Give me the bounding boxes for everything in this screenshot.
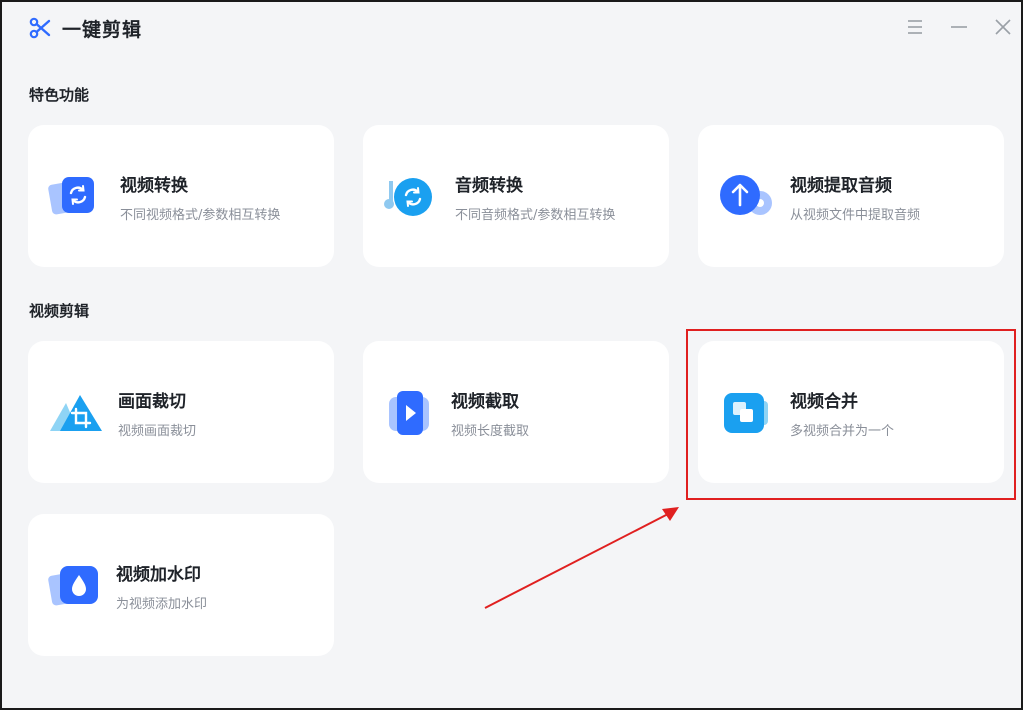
card-extract-audio[interactable]: 视频提取音频 从视频文件中提取音频 <box>698 125 1004 267</box>
app-window: 一键剪辑 特色功能 视频转换 不同视频格式/参数相互转换 音频转换 不同音频格式… <box>0 0 1023 710</box>
video-merge-icon <box>718 389 770 437</box>
minimize-icon[interactable] <box>948 16 970 38</box>
audio-convert-icon <box>383 173 435 221</box>
card-watermark[interactable]: 视频加水印 为视频添加水印 <box>28 514 334 656</box>
card-desc: 不同音频格式/参数相互转换 <box>455 208 616 223</box>
card-title: 视频截取 <box>451 392 519 412</box>
card-desc: 为视频添加水印 <box>116 597 208 612</box>
card-video-convert[interactable]: 视频转换 不同视频格式/参数相互转换 <box>28 125 334 267</box>
card-title: 视频加水印 <box>116 565 201 585</box>
video-trim-icon <box>383 389 435 437</box>
extract-audio-icon <box>718 173 772 221</box>
card-audio-convert[interactable]: 音频转换 不同音频格式/参数相互转换 <box>363 125 669 267</box>
card-title: 画面裁切 <box>118 392 186 412</box>
card-title: 视频转换 <box>120 176 188 196</box>
scissors-icon <box>28 16 52 40</box>
section-title-featured: 特色功能 <box>29 86 90 104</box>
card-desc: 从视频文件中提取音频 <box>790 208 921 223</box>
video-convert-icon <box>48 173 100 221</box>
card-desc: 视频画面裁切 <box>118 424 197 439</box>
card-title: 视频提取音频 <box>790 176 892 196</box>
app-title: 一键剪辑 <box>62 19 143 41</box>
card-desc: 不同视频格式/参数相互转换 <box>120 208 281 223</box>
card-video-merge[interactable]: 视频合并 多视频合并为一个 <box>698 341 1004 483</box>
crop-icon <box>48 389 102 437</box>
close-icon[interactable] <box>992 16 1014 38</box>
card-crop[interactable]: 画面裁切 视频画面裁切 <box>28 341 334 483</box>
card-video-trim[interactable]: 视频截取 视频长度截取 <box>363 341 669 483</box>
card-desc: 视频长度截取 <box>451 424 530 439</box>
card-title: 视频合并 <box>790 392 858 412</box>
card-desc: 多视频合并为一个 <box>790 424 895 439</box>
section-title-video-edit: 视频剪辑 <box>29 302 90 320</box>
title-bar: 一键剪辑 <box>2 2 1021 54</box>
menu-icon[interactable] <box>904 16 926 38</box>
card-title: 音频转换 <box>455 176 523 196</box>
watermark-icon <box>48 562 100 610</box>
